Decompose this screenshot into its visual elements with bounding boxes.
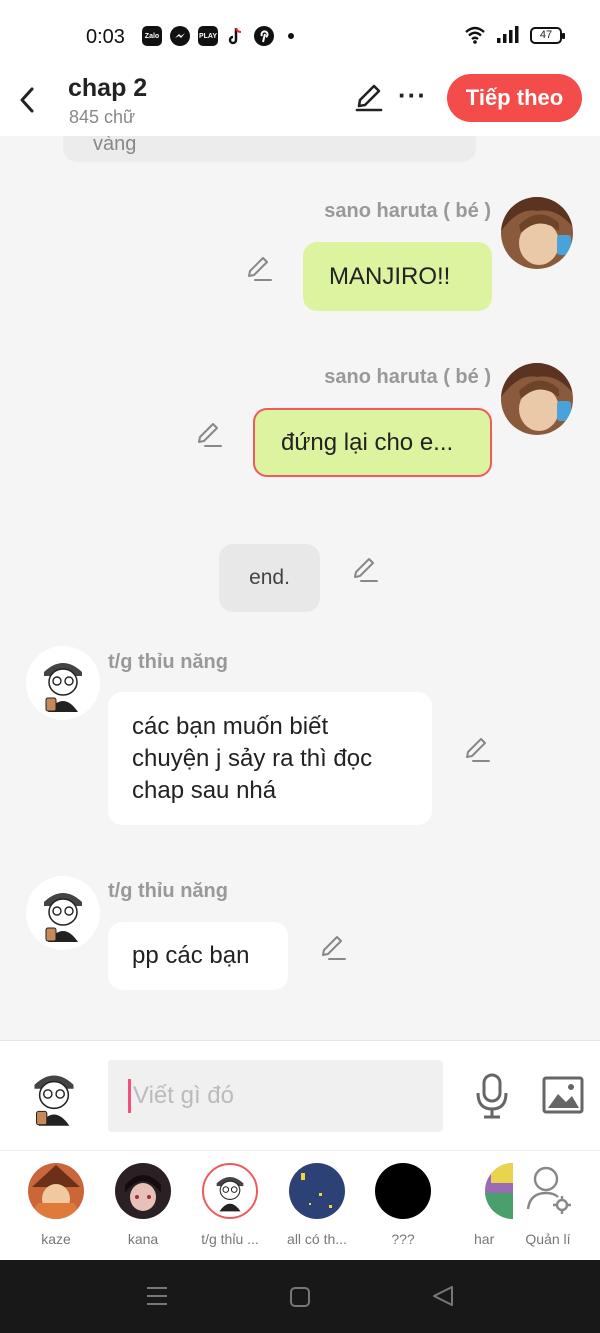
edit-message-button[interactable] xyxy=(245,255,273,283)
messenger-icon xyxy=(170,26,190,46)
character-item[interactable]: kana xyxy=(100,1163,186,1247)
character-label: ??? xyxy=(391,1231,415,1247)
character-label: Quản lí xyxy=(525,1231,571,1247)
message-bubble[interactable]: MANJIRO!! xyxy=(303,242,492,311)
character-avatar xyxy=(375,1163,431,1219)
character-item[interactable]: all có th... xyxy=(274,1163,360,1247)
home-icon[interactable] xyxy=(289,1286,311,1308)
pinterest-icon xyxy=(254,26,274,46)
pencil-icon xyxy=(466,738,490,762)
pencil-icon xyxy=(354,558,378,582)
character-avatar xyxy=(28,1163,84,1219)
notification-icons: Zalo PLAY xyxy=(142,26,294,46)
previous-message-bubble[interactable]: vàng xyxy=(63,136,476,162)
edit-message-button[interactable] xyxy=(319,934,347,962)
chat-area[interactable]: vàng sano haruta ( bé ) MANJIRO!! sano h… xyxy=(0,136,600,1040)
image-icon xyxy=(542,1076,584,1114)
character-bar: kaze kana t/g thỉu ... all có th... ??? xyxy=(0,1150,600,1260)
menu-icon[interactable] xyxy=(146,1285,168,1307)
character-avatar xyxy=(289,1163,345,1219)
play-together-icon: PLAY xyxy=(198,26,218,46)
pencil-icon xyxy=(248,257,272,281)
speaker-name: t/g thỉu năng xyxy=(108,651,228,673)
voice-button[interactable] xyxy=(474,1073,510,1119)
edit-message-button[interactable] xyxy=(463,736,491,764)
status-bar: 0:03 Zalo PLAY 47 xyxy=(0,0,600,70)
message-composer: Viết gì đó xyxy=(0,1040,600,1150)
character-avatar xyxy=(115,1163,171,1219)
battery-icon: 47 xyxy=(530,26,565,44)
wifi-icon xyxy=(465,26,485,44)
more-options-button[interactable]: ··· xyxy=(398,80,427,111)
avatar[interactable] xyxy=(501,197,573,269)
avatar[interactable] xyxy=(501,363,573,435)
avatar[interactable] xyxy=(26,876,100,950)
current-character-avatar[interactable] xyxy=(16,1058,92,1134)
back-icon[interactable] xyxy=(432,1285,454,1307)
character-item[interactable]: kaze xyxy=(13,1163,99,1247)
character-item-selected[interactable]: t/g thỉu ... xyxy=(187,1163,273,1247)
back-button[interactable] xyxy=(12,80,42,120)
user-settings-icon xyxy=(526,1166,571,1214)
status-time: 0:03 xyxy=(86,26,125,48)
word-count: 845 chữ xyxy=(69,107,136,127)
speaker-name: t/g thỉu năng xyxy=(108,880,228,902)
text-caret xyxy=(128,1079,131,1113)
avatar[interactable] xyxy=(26,646,100,720)
image-button[interactable] xyxy=(542,1076,584,1114)
message-line: chap sau nhá xyxy=(132,776,277,804)
message-line: chuyện j sảy ra thì đọc xyxy=(132,744,373,772)
character-label: all có th... xyxy=(287,1231,347,1247)
chapter-header: chap 2 845 chữ ··· Tiếp theo xyxy=(0,70,600,136)
pencil-icon xyxy=(198,423,222,447)
edit-chapter-button[interactable] xyxy=(354,82,384,112)
edit-message-button[interactable] xyxy=(195,421,223,449)
next-chapter-button[interactable]: Tiếp theo xyxy=(447,74,582,122)
character-label: kaze xyxy=(41,1231,71,1247)
speaker-name: sano haruta ( bé ) xyxy=(324,366,491,388)
character-item[interactable]: ??? xyxy=(360,1163,446,1247)
manage-icon-wrap xyxy=(520,1163,576,1219)
narration-bubble[interactable]: end. xyxy=(219,544,320,612)
microphone-icon xyxy=(476,1073,508,1119)
more-notifications-dot xyxy=(288,33,294,39)
chevron-left-icon xyxy=(20,87,34,113)
input-placeholder: Viết gì đó xyxy=(133,1082,234,1109)
character-avatar xyxy=(202,1163,258,1219)
signal-icon xyxy=(497,26,519,43)
edit-message-button[interactable] xyxy=(351,556,379,584)
zalo-icon: Zalo xyxy=(142,26,162,46)
message-line: các bạn muốn biết xyxy=(132,712,329,740)
message-bubble-selected[interactable]: đứng lại cho e... xyxy=(253,408,492,477)
character-label: kana xyxy=(127,1231,159,1247)
message-input[interactable]: Viết gì đó xyxy=(108,1060,443,1132)
system-nav-bar xyxy=(0,1260,600,1333)
pencil-icon xyxy=(355,84,383,112)
pencil-icon xyxy=(322,936,346,960)
manage-characters-button[interactable]: Quản lí xyxy=(505,1163,591,1247)
tiktok-icon xyxy=(226,26,246,46)
speaker-name: sano haruta ( bé ) xyxy=(324,200,491,222)
chapter-title: chap 2 xyxy=(68,74,148,102)
message-bubble[interactable]: pp các bạn xyxy=(108,922,288,990)
status-right: 47 xyxy=(464,26,565,44)
character-label: t/g thỉu ... xyxy=(201,1231,259,1247)
message-bubble[interactable]: các bạn muốn biết chuyện j sảy ra thì đọ… xyxy=(108,692,432,825)
